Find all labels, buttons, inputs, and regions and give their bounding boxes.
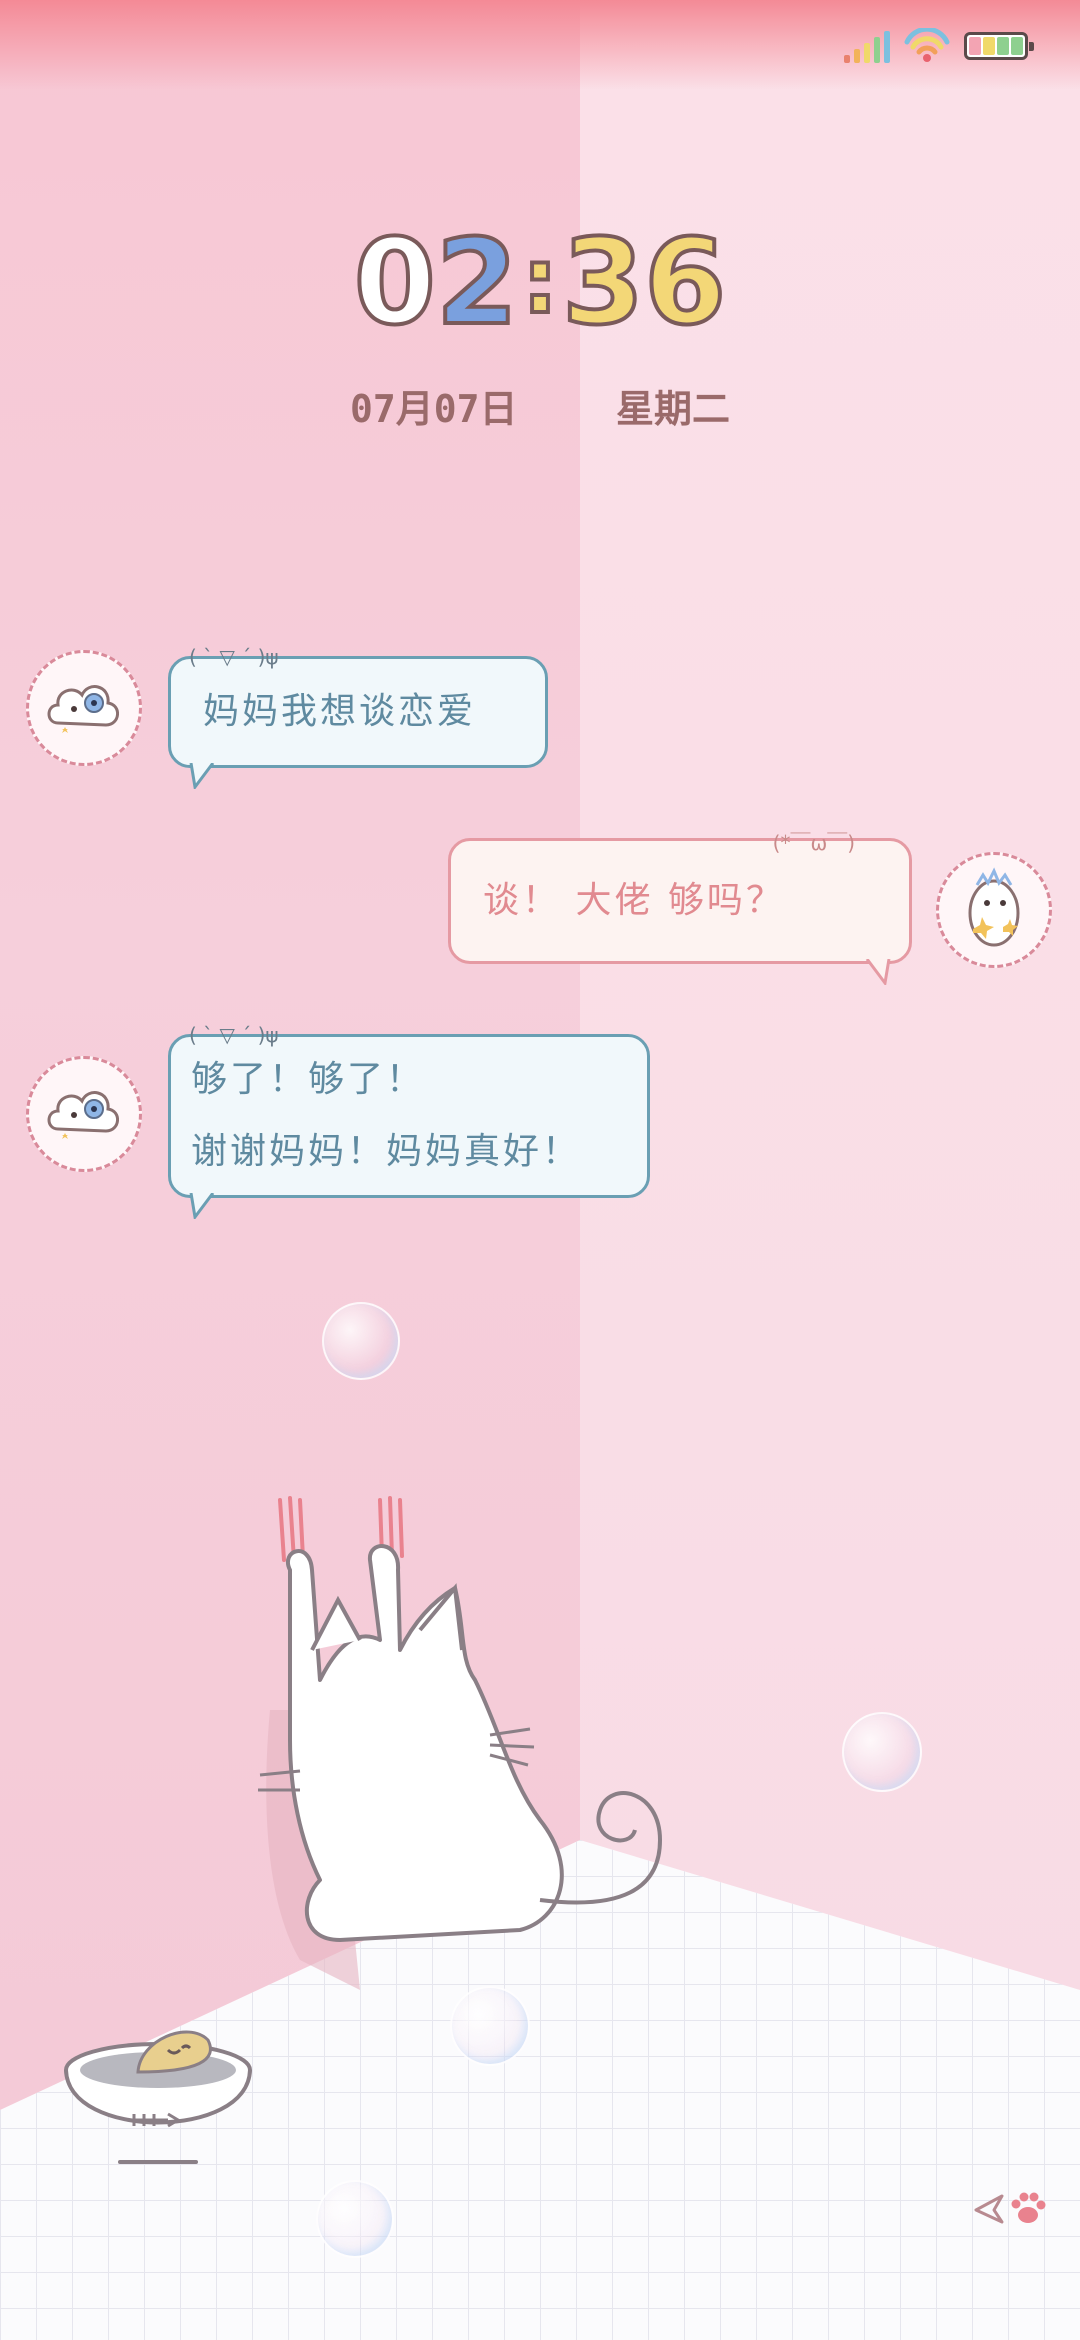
avatar[interactable] bbox=[26, 650, 142, 766]
signal-bars-icon bbox=[844, 29, 890, 63]
lockscreen-clock: 0 2 : 3 6 bbox=[352, 213, 728, 351]
rainbow-wifi-icon bbox=[904, 28, 950, 62]
chat-bubble-incoming[interactable]: ( ˋ ▽ ˊ )ψ 妈妈我想谈恋爱 bbox=[168, 645, 548, 789]
date-weekday: 星期二 bbox=[615, 387, 730, 431]
bubble-tail bbox=[189, 1193, 215, 1219]
clock-digit: 3 bbox=[560, 213, 646, 351]
clock-digit: 2 bbox=[434, 213, 520, 351]
bubble-tail bbox=[189, 763, 215, 789]
kaomoji: (*￣ω￣) bbox=[772, 831, 855, 855]
cloud-creature-icon bbox=[47, 1091, 119, 1139]
message-line: 谢谢妈妈！妈妈真好！ bbox=[191, 1131, 582, 1172]
kaomoji: ( ˋ ▽ ˊ )ψ bbox=[189, 645, 279, 669]
message-line: 谈！ 大佬 够吗？ bbox=[483, 880, 785, 921]
date-day: 07月07日 bbox=[350, 387, 518, 431]
message-line: 够了！够了！ bbox=[191, 1059, 426, 1100]
bubble-tail bbox=[865, 959, 891, 985]
egg-chick-icon bbox=[968, 867, 1020, 947]
kaomoji: ( ˋ ▽ ˊ )ψ bbox=[189, 1023, 279, 1047]
clock-separator: : bbox=[520, 229, 560, 334]
date-line: 07月07日 星期二 bbox=[350, 378, 730, 431]
cloud-creature-icon bbox=[47, 685, 119, 733]
chat-bubble-incoming[interactable]: ( ˋ ▽ ˊ )ψ 够了！够了！ 谢谢妈妈！妈妈真好！ bbox=[168, 1023, 650, 1219]
avatar[interactable] bbox=[936, 852, 1052, 968]
avatar[interactable] bbox=[26, 1056, 142, 1172]
soap-bubble-icon bbox=[322, 1302, 400, 1380]
rainbow-battery-icon bbox=[964, 32, 1034, 60]
clock-digit: 0 bbox=[352, 213, 438, 351]
status-bar bbox=[844, 24, 1034, 68]
white-cat-scratching-wall-illustration bbox=[258, 1496, 663, 1990]
soap-bubble-icon bbox=[316, 2180, 394, 2258]
paw-print-icon[interactable] bbox=[1008, 2188, 1048, 2228]
chat-bubble-outgoing[interactable]: (*￣ω￣) 谈！ 大佬 够吗？ bbox=[448, 831, 912, 985]
clock-digit: 6 bbox=[642, 213, 728, 351]
soap-bubble-icon bbox=[842, 1712, 922, 1792]
paper-plane-icon[interactable] bbox=[972, 2192, 1006, 2226]
message-line: 妈妈我想谈恋爱 bbox=[203, 691, 477, 732]
fish-bowl-icon bbox=[64, 2030, 252, 2164]
